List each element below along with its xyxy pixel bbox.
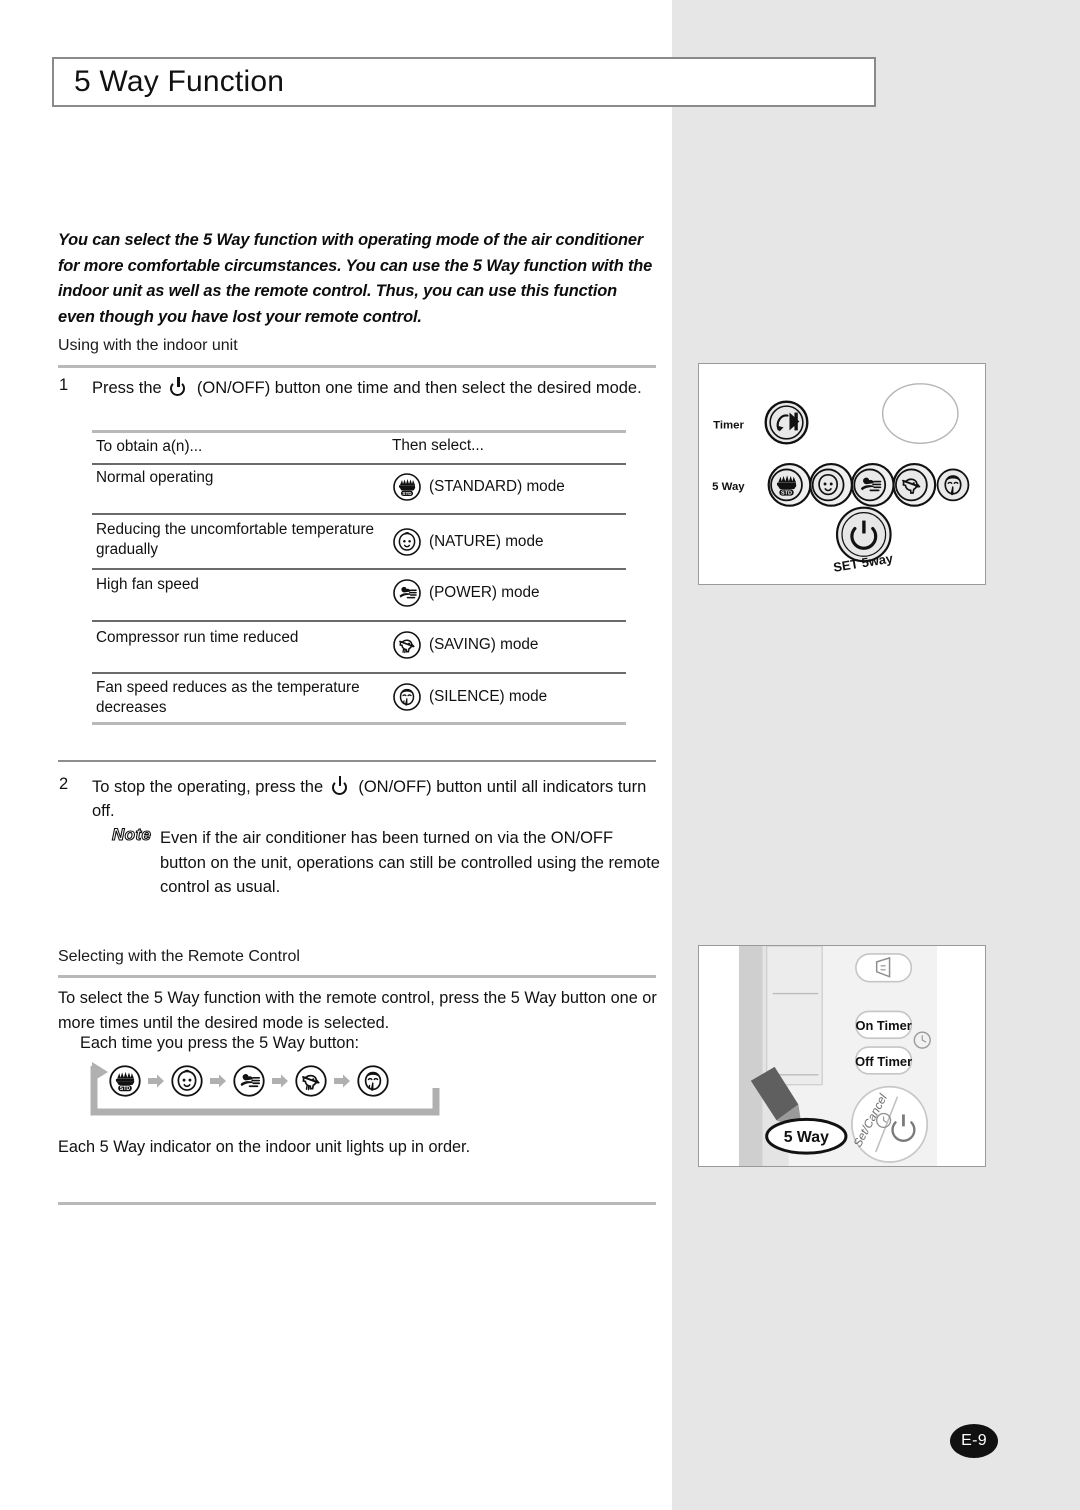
table-row-condition: Reducing the uncomfortable temperature g… — [96, 521, 375, 558]
set-cancel-power-button: Set/Cancel — [850, 1085, 929, 1163]
table-row: STD (STANDARD) mode — [392, 472, 565, 502]
mode-cycle-diagram: STD — [84, 1058, 464, 1120]
table-row-mode-label: (SILENCE) mode — [429, 688, 548, 705]
intro-paragraph: You can select the 5 Way function with o… — [58, 231, 653, 326]
table-row-mode-label: (SAVING) mode — [429, 636, 539, 653]
step-2-text-before: To stop the operating, press the — [92, 778, 324, 796]
table-row: (POWER) mode — [392, 578, 540, 608]
table-rule-bottom — [92, 722, 626, 725]
note-text: Even if the air conditioner has been tur… — [160, 829, 660, 896]
step-2-text: To stop the operating, press the (ON/OFF… — [92, 775, 648, 823]
arrow-right-icon — [333, 1073, 351, 1089]
standard-mode-icon: STD — [770, 468, 803, 502]
silence-mode-icon — [392, 682, 422, 712]
five-way-label: 5 Way — [712, 481, 745, 493]
table-row-mode-label: (STANDARD) mode — [429, 478, 565, 495]
table-row-mode-label: (NATURE) mode — [429, 533, 544, 550]
page-title: 5 Way Function — [74, 65, 285, 98]
table-row: (SAVING) mode — [392, 630, 538, 660]
standard-mode-icon: STD — [108, 1064, 142, 1098]
table-rule-4 — [92, 672, 626, 674]
indoor-unit-panel-figure: Timer 5 Way STD SET 5way — [698, 363, 986, 585]
remote-paragraph: To select the 5 Way function with the re… — [58, 989, 657, 1032]
indoor-unit-panel-drawing: Timer 5 Way STD SET 5way — [699, 364, 985, 584]
table-row-condition: Fan speed reduces as the temperature dec… — [96, 679, 360, 716]
step-1-text-after: (ON/OFF) button one time and then select… — [196, 379, 642, 397]
table-row-mode-label: (POWER) mode — [429, 584, 540, 601]
five-way-callout-label: 5 Way — [784, 1129, 829, 1146]
silence-mode-icon — [356, 1064, 390, 1098]
cycle-icon-row: STD — [108, 1064, 390, 1098]
table-rule-3 — [92, 620, 626, 622]
svg-text:STD: STD — [402, 491, 412, 496]
remote-sub-label: Each time you press the 5 Way button: — [80, 1034, 360, 1052]
arrow-right-icon — [209, 1073, 227, 1089]
power-on-off-icon — [169, 377, 188, 396]
five-way-callout: 5 Way — [765, 1117, 848, 1155]
power-on-off-icon — [331, 776, 350, 795]
nature-mode-icon — [392, 527, 422, 557]
divider-above-step-2 — [58, 760, 656, 762]
table-row: (NATURE) mode — [392, 527, 543, 557]
power-mode-icon — [392, 578, 422, 608]
section-heading-indoor: Using with the indoor unit — [58, 337, 238, 354]
fan-speed-button — [855, 953, 913, 983]
arrow-right-icon — [147, 1073, 165, 1089]
divider-under-remote-heading — [58, 975, 656, 978]
nature-mode-icon — [170, 1064, 204, 1098]
note-label: Note — [111, 824, 152, 844]
on-timer-button: On Timer — [855, 1010, 913, 1039]
table-row-condition: Compressor run time reduced — [96, 629, 299, 646]
off-timer-label: Off Timer — [855, 1054, 912, 1069]
divider-page-bottom — [58, 1202, 656, 1205]
page-gray-band — [672, 0, 1080, 1510]
table-header-right: Then select... — [392, 437, 484, 455]
on-timer-label: On Timer — [855, 1018, 911, 1033]
remote-closing-text: Each 5 Way indicator on the indoor unit … — [58, 1138, 471, 1156]
table-rule-2 — [92, 568, 626, 570]
power-mode-icon — [232, 1064, 266, 1098]
table-rule-1 — [92, 513, 626, 515]
arrow-right-icon — [271, 1073, 289, 1089]
remote-control-figure: On Timer Off Timer Set/Cancel 5 Way — [698, 945, 986, 1167]
page-title-box: 5 Way Function — [52, 57, 876, 107]
silence-mode-icon — [936, 468, 970, 502]
table-rule-header — [92, 463, 626, 465]
table-row-condition: Normal operating — [96, 469, 214, 486]
divider-under-indoor-heading — [58, 365, 656, 368]
svg-text:STD: STD — [781, 490, 792, 496]
off-timer-button: Off Timer — [855, 1046, 913, 1075]
display-oval — [881, 383, 959, 444]
table-rule-top — [92, 430, 626, 433]
saving-mode-icon — [294, 1064, 328, 1098]
step-1-number: 1 — [59, 376, 69, 394]
power-mode-icon — [853, 468, 887, 502]
nature-mode-icon — [811, 468, 845, 502]
standard-mode-icon: STD — [392, 472, 422, 502]
svg-text:STD: STD — [120, 1086, 131, 1092]
table-header-left: To obtain a(n)... — [96, 438, 203, 455]
table-row: (SILENCE) mode — [392, 682, 547, 712]
remote-control-drawing: On Timer Off Timer Set/Cancel 5 Way — [699, 946, 985, 1166]
step-1-text: Press the (ON/OFF) button one time and t… — [92, 376, 648, 400]
step-2-number: 2 — [59, 775, 69, 793]
step-1-text-before: Press the — [92, 379, 162, 397]
timer-icon — [764, 400, 809, 445]
page-number-badge: E-9 — [950, 1424, 998, 1458]
saving-mode-icon — [392, 630, 422, 660]
table-row-condition: High fan speed — [96, 576, 199, 593]
section-heading-remote: Selecting with the Remote Control — [58, 948, 300, 965]
table-header-right-label: Then select... — [392, 437, 484, 454]
timer-label: Timer — [713, 419, 744, 431]
saving-mode-icon — [895, 468, 928, 502]
manual-page: 5 Way Function You can select the 5 Way … — [0, 0, 1080, 1510]
